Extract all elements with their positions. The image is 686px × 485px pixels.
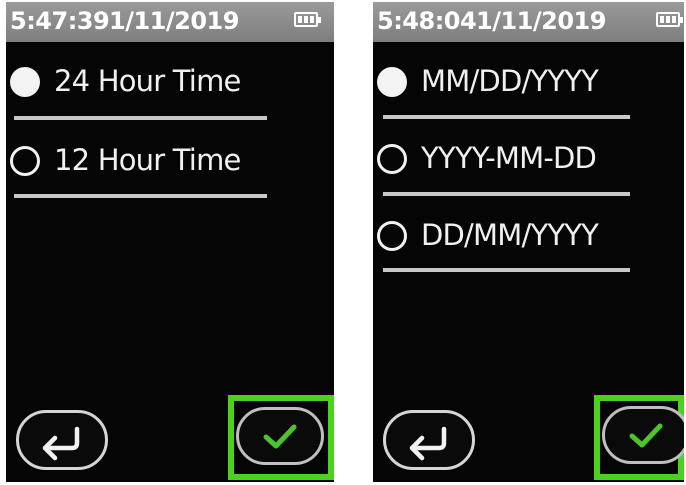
option-label: YYYY-MM-DD: [421, 141, 597, 175]
option-yyyy-mm-dd[interactable]: YYYY-MM-DD: [373, 130, 673, 190]
checkmark-icon: [629, 423, 663, 448]
time-format-screen: 5:47:39 1/11/2019 24 Hour Time 12 Hour T…: [6, 2, 334, 482]
radio-unselected-icon[interactable]: [377, 144, 407, 174]
radio-selected-icon[interactable]: [10, 67, 40, 97]
back-button[interactable]: [16, 410, 108, 470]
checkmark-icon: [263, 424, 297, 449]
option-label: DD/MM/YYYY: [421, 218, 599, 252]
divider: [14, 194, 267, 198]
radio-unselected-icon[interactable]: [10, 146, 40, 176]
option-12-hour-time[interactable]: 12 Hour Time: [6, 132, 306, 192]
status-date: 1/11/2019: [476, 7, 606, 35]
option-label: 24 Hour Time: [54, 64, 241, 98]
status-date: 1/11/2019: [109, 7, 239, 35]
battery-full-icon: [294, 12, 321, 27]
radio-unselected-icon[interactable]: [377, 221, 407, 251]
confirm-button[interactable]: [236, 407, 324, 465]
divider: [383, 192, 630, 196]
divider: [383, 268, 630, 272]
option-mm-dd-yyyy[interactable]: MM/DD/YYYY: [373, 53, 673, 113]
status-time: 5:47:39: [10, 7, 110, 35]
divider: [14, 116, 267, 120]
return-arrow-icon: [42, 426, 80, 461]
option-label: 12 Hour Time: [54, 143, 241, 177]
option-dd-mm-yyyy[interactable]: DD/MM/YYYY: [373, 207, 673, 267]
back-button[interactable]: [383, 410, 475, 470]
option-24-hour-time[interactable]: 24 Hour Time: [6, 53, 306, 113]
option-label: MM/DD/YYYY: [421, 64, 599, 98]
status-bar: 5:47:39 1/11/2019: [6, 2, 334, 42]
status-time: 5:48:04: [377, 7, 477, 35]
battery-full-icon: [656, 12, 683, 27]
date-format-screen: 5:48:04 1/11/2019 MM/DD/YYYY YYYY-MM-DD …: [373, 2, 684, 482]
confirm-button[interactable]: [602, 406, 684, 464]
radio-selected-icon[interactable]: [377, 67, 407, 97]
status-bar: 5:48:04 1/11/2019: [373, 2, 684, 42]
divider: [383, 115, 630, 119]
return-arrow-icon: [409, 426, 447, 461]
